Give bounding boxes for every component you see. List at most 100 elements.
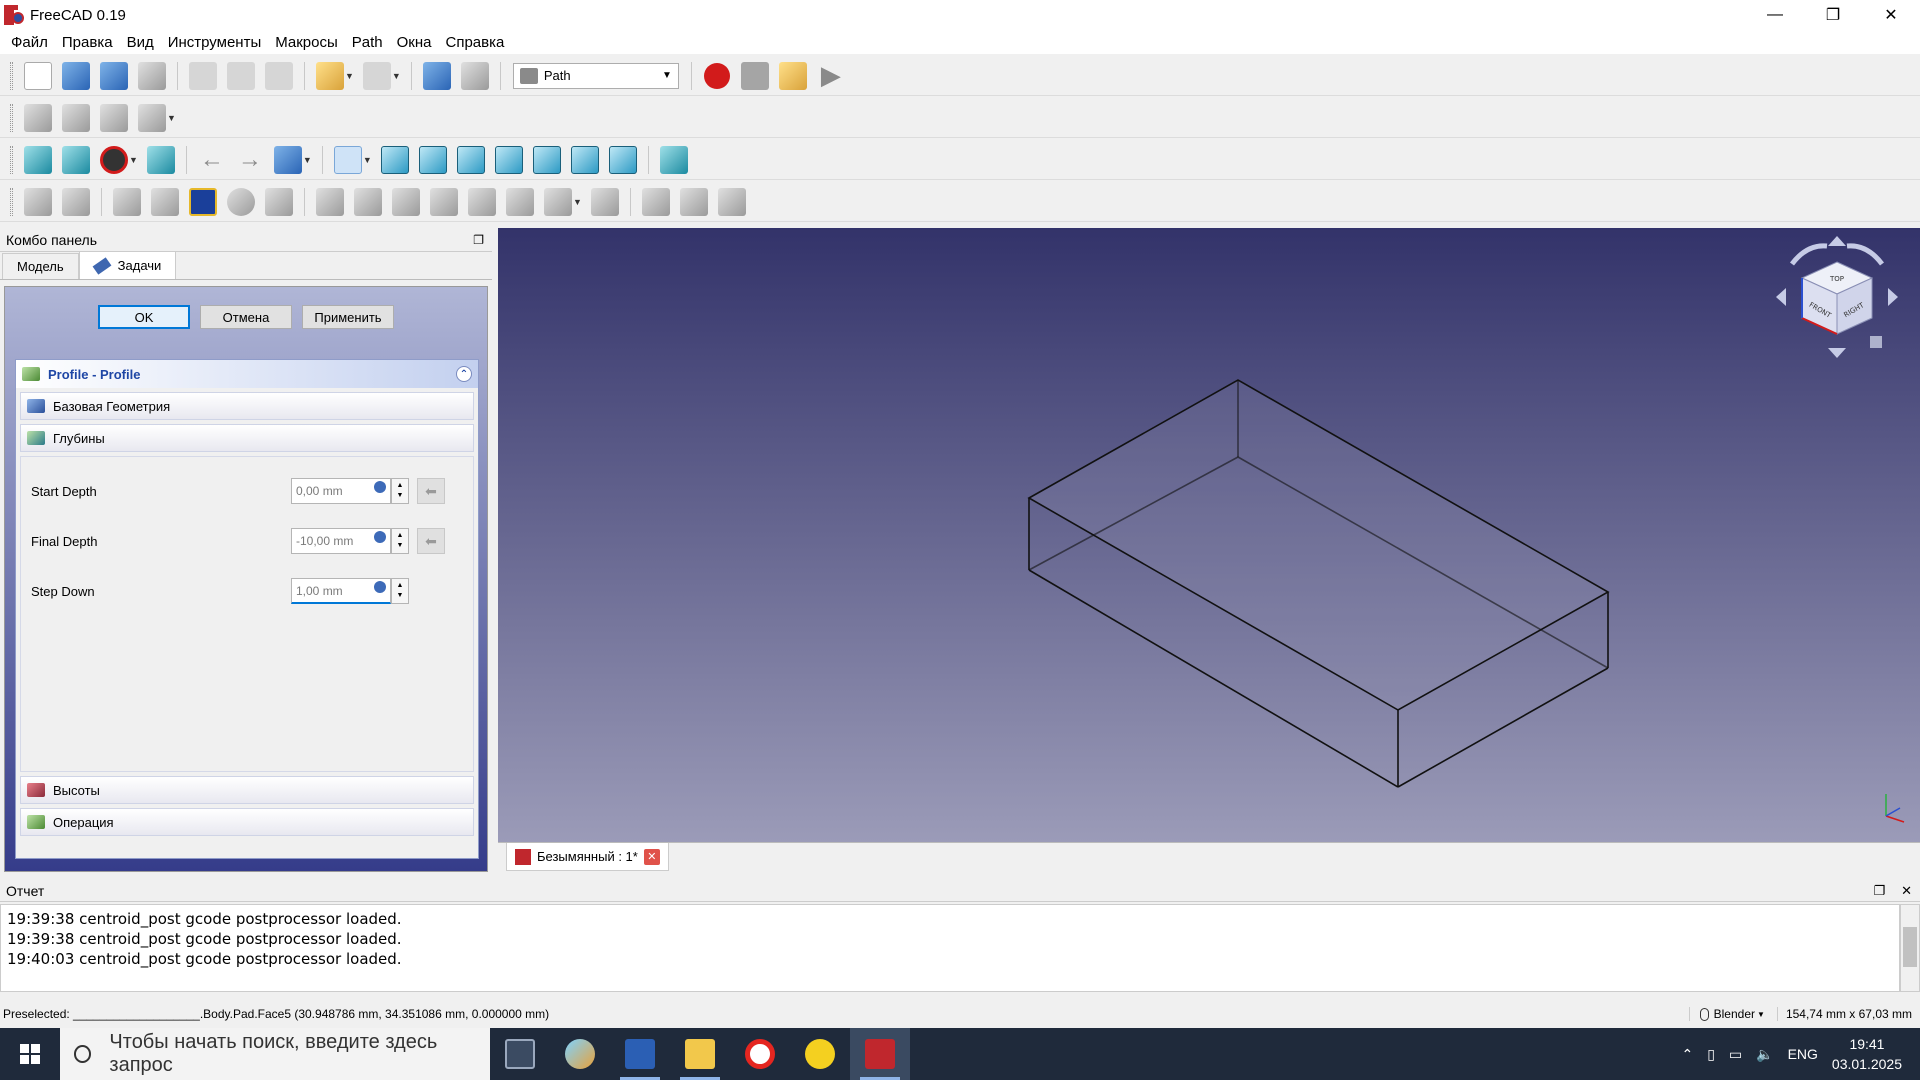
collapse-icon[interactable]: ⌃: [456, 366, 472, 382]
toolbar-handle[interactable]: [10, 103, 13, 132]
new-document-icon[interactable]: [24, 61, 52, 90]
taskbar-word[interactable]: [610, 1028, 670, 1080]
fit-selection-icon[interactable]: [62, 145, 90, 174]
sync-dropdown-icon[interactable]: ▼: [303, 155, 312, 165]
scrollbar-thumb[interactable]: [1903, 927, 1917, 967]
start-button[interactable]: [0, 1028, 60, 1080]
record-macro-icon[interactable]: [703, 62, 730, 89]
3d-op-icon[interactable]: [544, 187, 572, 216]
document-tab[interactable]: Безымянный : 1* ✕: [506, 843, 669, 871]
link-dropdown-icon[interactable]: ▼: [167, 113, 176, 123]
pocket-op-icon[interactable]: [354, 187, 382, 216]
taskbar-freecad[interactable]: [850, 1028, 910, 1080]
report-output[interactable]: 19:39:38 centroid_post gcode postprocess…: [0, 904, 1900, 992]
usb-icon[interactable]: ▯: [1707, 1046, 1715, 1063]
path-job-icon[interactable]: [24, 187, 52, 216]
dressup-icon[interactable]: [590, 187, 619, 216]
save-icon[interactable]: [100, 61, 128, 90]
measure-distance-icon[interactable]: [659, 145, 688, 174]
report-scrollbar[interactable]: [1900, 904, 1920, 992]
3d-op-dropdown-icon[interactable]: ▼: [573, 197, 582, 207]
path-custom-icon[interactable]: [717, 187, 746, 216]
paste-icon[interactable]: [265, 61, 293, 90]
section-operation[interactable]: Операция: [20, 808, 474, 836]
path-post-icon[interactable]: [62, 187, 90, 216]
simple-copy-icon[interactable]: [679, 187, 708, 216]
float-panel-icon[interactable]: ❐: [1873, 883, 1885, 899]
rear-view-icon[interactable]: [532, 145, 561, 174]
menu-path[interactable]: Path: [345, 34, 390, 51]
sync-view-icon[interactable]: [273, 145, 302, 174]
tool-library-icon[interactable]: [151, 187, 179, 216]
step-down-spinner[interactable]: ▲ ▼: [391, 578, 409, 604]
toolbar-handle[interactable]: [10, 145, 13, 174]
redo-icon[interactable]: [362, 61, 391, 90]
start-depth-pick-button[interactable]: ⬅: [417, 478, 445, 504]
engrave-op-icon[interactable]: [506, 187, 534, 216]
language-indicator[interactable]: ENG: [1788, 1046, 1818, 1062]
taskbar-explorer[interactable]: [670, 1028, 730, 1080]
taskbar-app-radiation[interactable]: [790, 1028, 850, 1080]
helix-op-icon[interactable]: [468, 187, 496, 216]
section-depths[interactable]: Глубины: [20, 424, 474, 452]
right-view-icon[interactable]: [494, 145, 523, 174]
edit-macro-icon[interactable]: [778, 61, 807, 90]
restore-button[interactable]: ❐: [1804, 0, 1862, 30]
menu-file[interactable]: Файл: [4, 34, 55, 51]
draw-style-icon[interactable]: [100, 145, 128, 174]
run-macro-icon[interactable]: ▶: [817, 60, 845, 90]
top-view-icon[interactable]: [456, 145, 485, 174]
menu-edit[interactable]: Правка: [55, 34, 120, 51]
menu-help[interactable]: Справка: [439, 34, 512, 51]
section-base-geometry[interactable]: Базовая Геометрия: [20, 392, 474, 420]
3d-viewport[interactable]: TOP FRONT RIGHT: [498, 228, 1920, 842]
redo-dropdown-icon[interactable]: ▼: [392, 71, 401, 81]
drilling-op-icon[interactable]: [392, 187, 420, 216]
final-depth-pick-button[interactable]: ⬅: [417, 528, 445, 554]
final-depth-spinner[interactable]: ▲ ▼: [391, 528, 409, 554]
apply-button[interactable]: Применить: [302, 305, 394, 329]
isometric-view-icon[interactable]: [380, 145, 409, 174]
menu-tools[interactable]: Инструменты: [161, 34, 269, 51]
taskbar-search[interactable]: Чтобы начать поиск, введите здесь запрос: [60, 1028, 490, 1080]
forward-icon[interactable]: →: [236, 146, 264, 174]
tool-controller-icon[interactable]: [113, 187, 141, 216]
navigation-style-selector[interactable]: Blender ▼: [1688, 1007, 1765, 1021]
face-op-icon[interactable]: [430, 187, 458, 216]
toolbar-handle[interactable]: [10, 187, 13, 216]
section-heights[interactable]: Высоты: [20, 776, 474, 804]
workbench-selector[interactable]: Path ▼: [512, 62, 679, 89]
step-down-input[interactable]: 1,00 mm: [291, 578, 391, 604]
link-actions-icon[interactable]: [138, 103, 166, 132]
back-icon[interactable]: ←: [198, 146, 226, 174]
expression-icon[interactable]: [374, 531, 386, 543]
expression-icon[interactable]: [374, 481, 386, 493]
tab-model[interactable]: Модель: [2, 253, 79, 279]
network-icon[interactable]: ▭: [1729, 1046, 1742, 1063]
close-button[interactable]: ✕: [1862, 0, 1920, 30]
ok-button[interactable]: OK: [98, 305, 190, 329]
front-view-icon[interactable]: [418, 145, 447, 174]
close-icon[interactable]: ✕: [1901, 883, 1912, 899]
zoom-icon[interactable]: [333, 145, 362, 174]
toolbar-handle[interactable]: [10, 61, 13, 90]
taskbar-yandex[interactable]: [730, 1028, 790, 1080]
copy-icon[interactable]: [227, 61, 255, 90]
cut-icon[interactable]: [189, 61, 217, 90]
bottom-view-icon[interactable]: [570, 145, 599, 174]
start-depth-input[interactable]: 0,00 mm: [291, 478, 391, 504]
create-part-icon[interactable]: [24, 103, 52, 132]
taskbar-calculator[interactable]: [490, 1028, 550, 1080]
fit-all-icon[interactable]: [24, 145, 52, 174]
close-tab-icon[interactable]: ✕: [643, 848, 660, 865]
array-icon[interactable]: [641, 187, 670, 216]
final-depth-input[interactable]: -10,00 mm: [291, 528, 391, 554]
path-stock-icon[interactable]: [189, 187, 217, 216]
whats-this-icon[interactable]: [460, 61, 489, 90]
navigation-cube[interactable]: TOP FRONT RIGHT: [1772, 232, 1902, 362]
bounding-box-icon[interactable]: [146, 145, 175, 174]
zoom-dropdown-icon[interactable]: ▼: [363, 155, 372, 165]
link-icon[interactable]: [100, 103, 128, 132]
box-model[interactable]: [498, 228, 1920, 842]
profile-title-bar[interactable]: Profile - Profile ⌃: [16, 360, 478, 388]
